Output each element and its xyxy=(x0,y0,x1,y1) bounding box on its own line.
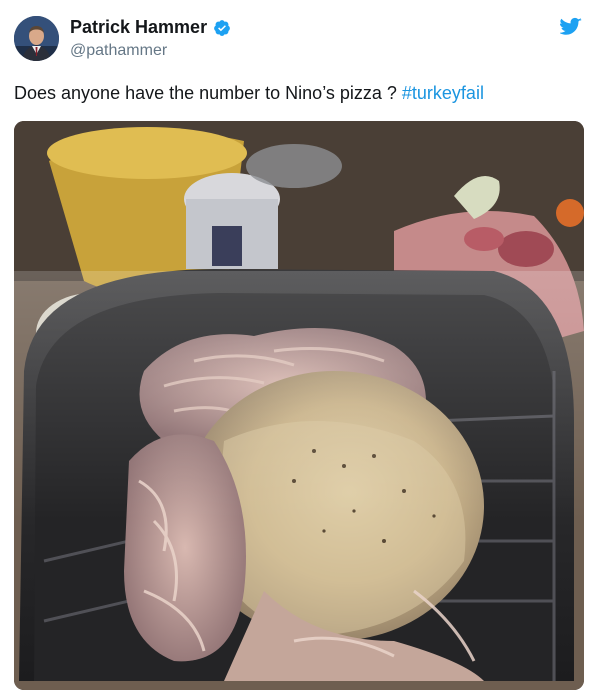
twitter-bird-icon[interactable] xyxy=(560,17,582,37)
verified-badge-icon xyxy=(214,19,230,36)
roast-turkey-photo xyxy=(14,121,584,690)
tweet-photo[interactable] xyxy=(14,121,584,690)
tweet-card: Patrick Hammer @pathammer Does anyone ha… xyxy=(0,0,600,700)
tweet-body: Does anyone have the number to Nino’s pi… xyxy=(14,83,402,103)
author-handle[interactable]: @pathammer xyxy=(70,42,167,60)
tweet-text: Does anyone have the number to Nino’s pi… xyxy=(14,83,484,104)
avatar[interactable] xyxy=(14,16,59,61)
display-name[interactable]: Patrick Hammer xyxy=(70,17,207,38)
profile-photo-icon xyxy=(14,16,59,61)
author-name-row: Patrick Hammer xyxy=(70,17,231,38)
hashtag-link[interactable]: #turkeyfail xyxy=(402,83,484,103)
